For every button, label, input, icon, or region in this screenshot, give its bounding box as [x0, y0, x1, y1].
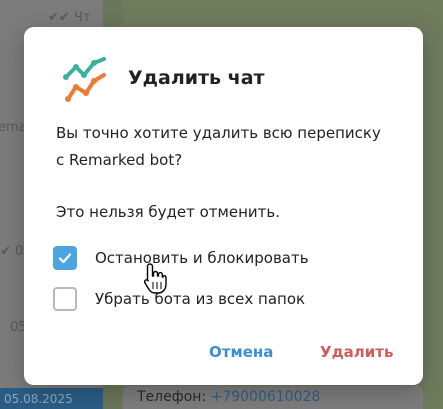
dialog-title: Удалить чат — [128, 67, 265, 89]
cancel-button[interactable]: Отмена — [209, 343, 273, 361]
delete-button[interactable]: Удалить — [320, 343, 393, 361]
delete-chat-dialog: Удалить чат Вы точно хотите удалить всю … — [24, 27, 423, 385]
checkbox-checked-icon[interactable] — [53, 246, 77, 270]
chat-list-row-date: 05.08.2025 — [4, 392, 73, 406]
chat-list-row-time: ✔✔ Чт — [48, 10, 91, 25]
chart-lines-icon — [60, 53, 112, 105]
stop-and-block-checkbox[interactable]: Остановить и блокировать — [53, 245, 309, 271]
stop-and-block-label[interactable]: Остановить и блокировать — [95, 249, 309, 267]
message-text: Телефон: +79000610028 — [137, 389, 320, 405]
dialog-warning: Это нельзя будет отменить. — [56, 203, 280, 221]
phone-label: Телефон: — [137, 389, 207, 405]
phone-link: +79000610028 — [210, 389, 321, 405]
remove-from-folders-label[interactable]: Убрать бота из всех папок — [95, 290, 305, 308]
checkbox-unchecked-icon[interactable] — [53, 287, 77, 311]
dialog-message-line: с Remarked bot? — [56, 151, 183, 169]
dialog-message: Вы точно хотите удалить всю переписку с … — [56, 120, 406, 174]
chat-list-selected-row: 05.08.2025 — [0, 388, 103, 409]
message-bubble: Телефон: +79000610028 — [123, 386, 423, 409]
app-window: ✔✔ Чт ema ✔ 06 05 05.08.2025 Телефон: +7… — [0, 0, 443, 409]
dialog-message-line: Вы точно хотите удалить всю переписку — [56, 124, 381, 142]
chat-list-row-snippet: ema — [0, 120, 27, 135]
hand-cursor-icon — [143, 262, 167, 296]
remove-from-folders-checkbox[interactable]: Убрать бота из всех папок — [53, 286, 305, 312]
